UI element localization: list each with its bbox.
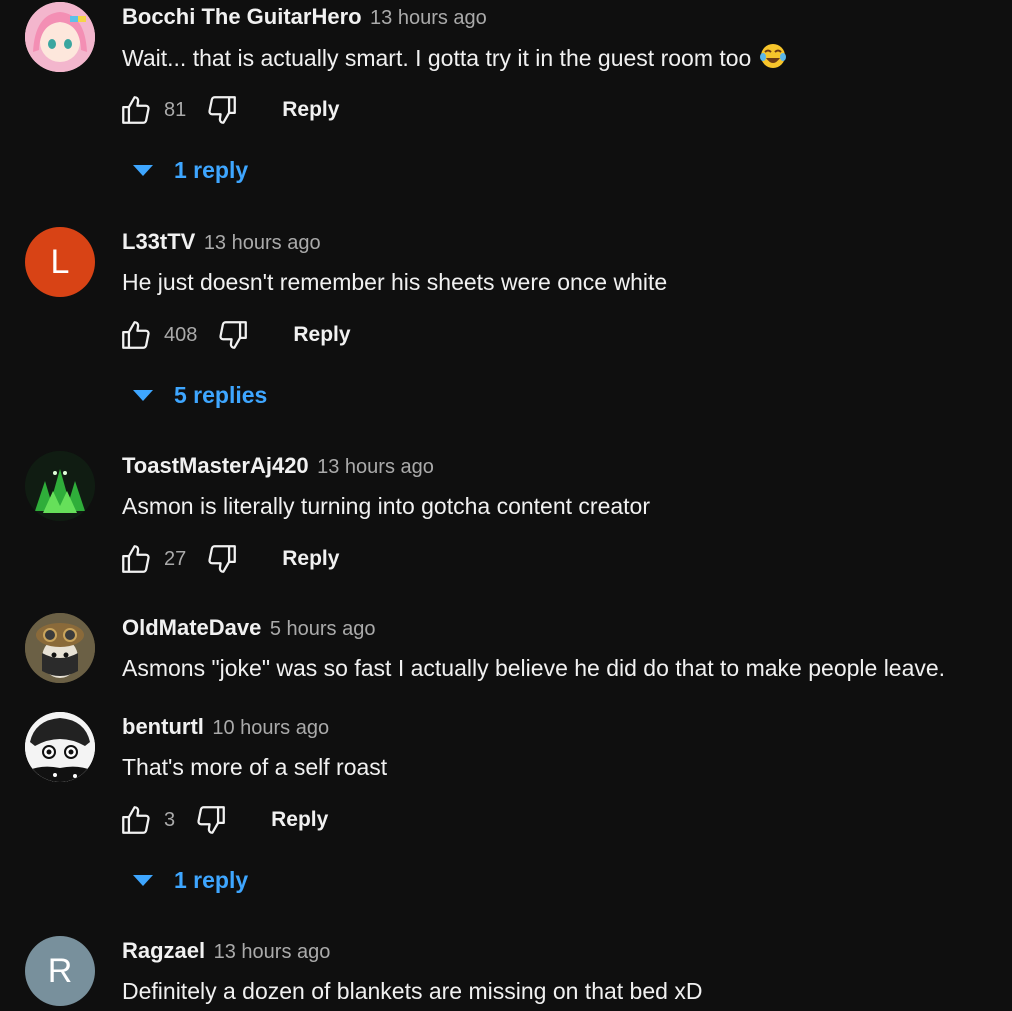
like-count: 408 [164, 323, 198, 346]
view-replies-button[interactable]: 5 replies [132, 377, 267, 413]
reply-button[interactable]: Reply [293, 323, 350, 347]
comment-header: Ragzael 13 hours ago [122, 936, 330, 966]
thumbs-down-icon[interactable] [204, 541, 240, 577]
replies-count: 1 reply [174, 156, 249, 183]
cat-avatar-image [25, 613, 95, 683]
comment-actions: 81 Reply [118, 92, 339, 128]
avatar[interactable] [25, 2, 95, 72]
comment-text: Definitely a dozen of blankets are missi… [122, 978, 703, 1004]
author-name[interactable]: OldMateDave [122, 615, 261, 640]
avatar-letter: L [50, 242, 70, 281]
thumbs-up-icon[interactable] [118, 802, 154, 838]
replies-count: 5 replies [174, 381, 268, 408]
reply-button[interactable]: Reply [282, 547, 339, 571]
thumbs-down-icon[interactable] [215, 317, 251, 353]
thumbs-up-icon[interactable] [118, 92, 154, 128]
face-with-tears-of-joy-icon [759, 42, 787, 77]
avatar[interactable]: L [25, 227, 95, 297]
caret-down-icon [133, 165, 153, 176]
timestamp[interactable]: 13 hours ago [214, 941, 331, 963]
comment-header: benturtl 10 hours ago [122, 712, 329, 742]
like-count: 81 [164, 98, 187, 121]
thumbs-down-icon[interactable] [193, 802, 229, 838]
like-count: 3 [164, 808, 176, 831]
comment-actions: 408 Reply [118, 317, 351, 353]
replies-count: 1 reply [174, 866, 249, 893]
avatar[interactable] [25, 712, 95, 782]
caret-down-icon [133, 875, 153, 886]
view-replies-button[interactable]: 1 reply [132, 152, 248, 188]
comment-header: OldMateDave 5 hours ago [122, 613, 375, 643]
reply-button[interactable]: Reply [282, 98, 339, 122]
timestamp[interactable]: 10 hours ago [212, 717, 329, 739]
comment-header: L33tTV 13 hours ago [122, 227, 321, 257]
comment-actions: 3 Reply [118, 802, 328, 838]
manga-avatar-image [25, 712, 95, 782]
timestamp[interactable]: 13 hours ago [204, 232, 321, 254]
avatar[interactable] [25, 613, 95, 683]
comment-text: Asmons "joke" was so fast I actually bel… [122, 655, 946, 681]
anime-avatar-image [25, 2, 95, 72]
thumbs-up-icon[interactable] [118, 317, 154, 353]
comment-actions: 27 Reply [118, 541, 339, 577]
author-name[interactable]: Bocchi The GuitarHero [122, 4, 362, 29]
creature-avatar-image [25, 451, 95, 521]
comment-text: That's more of a self roast [122, 754, 388, 780]
avatar[interactable] [25, 451, 95, 521]
comment-text: He just doesn't remember his sheets were… [122, 269, 668, 295]
comment-header: ToastMasterAj420 13 hours ago [122, 451, 434, 481]
like-count: 27 [164, 547, 187, 570]
comment-header: Bocchi The GuitarHero 13 hours ago [122, 2, 487, 32]
caret-down-icon [133, 390, 153, 401]
avatar-letter: R [47, 951, 73, 990]
timestamp[interactable]: 13 hours ago [317, 456, 434, 478]
reply-button[interactable]: Reply [271, 808, 328, 832]
author-name[interactable]: Ragzael [122, 938, 205, 963]
comment-text: Wait... that is actually smart. I gotta … [122, 42, 787, 77]
comment-body: Wait... that is actually smart. I gotta … [122, 45, 752, 71]
view-replies-button[interactable]: 1 reply [132, 862, 248, 898]
thumbs-up-icon[interactable] [118, 541, 154, 577]
timestamp[interactable]: 13 hours ago [370, 7, 487, 29]
author-name[interactable]: ToastMasterAj420 [122, 453, 309, 478]
avatar[interactable]: R [25, 936, 95, 1006]
author-name[interactable]: benturtl [122, 714, 204, 739]
timestamp[interactable]: 5 hours ago [270, 618, 376, 640]
comment-text: Asmon is literally turning into gotcha c… [122, 493, 650, 519]
thumbs-down-icon[interactable] [204, 92, 240, 128]
author-name[interactable]: L33tTV [122, 229, 195, 254]
